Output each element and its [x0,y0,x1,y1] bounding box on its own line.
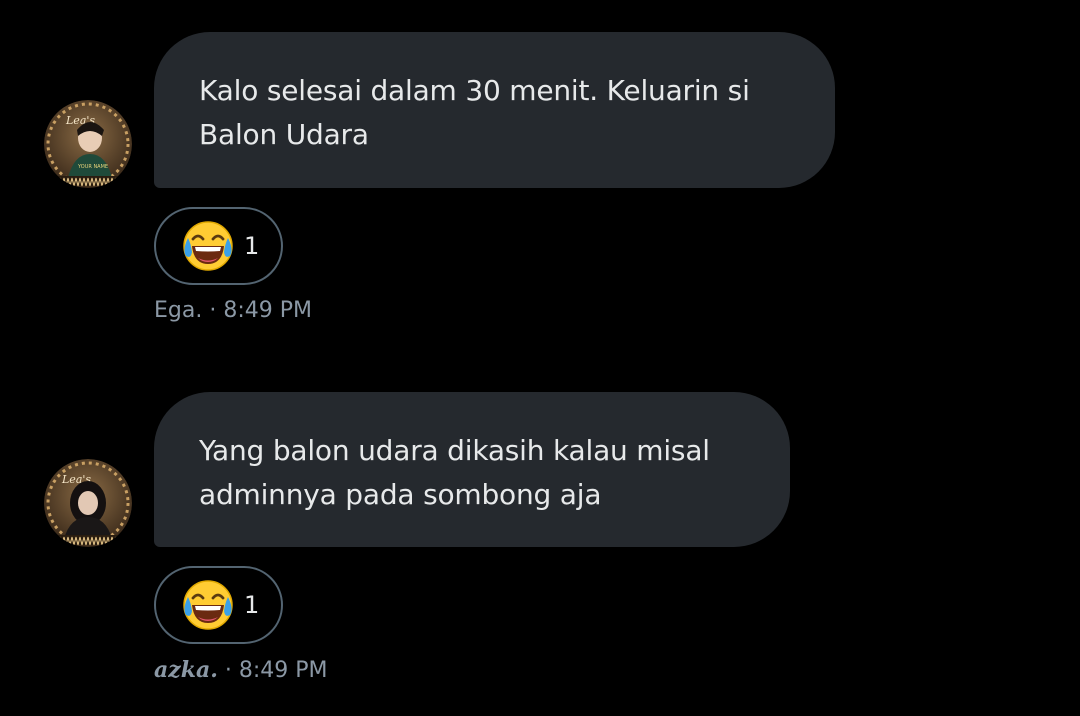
reaction-pill[interactable]: 1 [154,207,283,285]
reaction-pill[interactable]: 1 [154,566,283,644]
dm-thread: Lea's YOUR NAME Kalo selesai dalam 30 me… [0,0,1080,716]
meta-separator: · [217,658,239,683]
message-bubble[interactable]: Kalo selesai dalam 30 menit. Keluarin si… [154,32,835,188]
message-text: Kalo selesai dalam 30 menit. Keluarin si… [199,74,750,151]
timestamp: 8:49 PM [223,298,312,323]
avatar[interactable]: Lea's YOUR NAME [44,100,132,188]
message-bubble[interactable]: Yang balon udara dikasih kalau misal adm… [154,392,790,547]
svg-text:YOUR NAME: YOUR NAME [77,164,108,170]
reaction-count: 1 [244,232,260,260]
sender-name: Ega. [154,298,203,323]
message-meta: azka. · 8:49 PM [154,657,328,683]
avatar-image: Lea's [44,459,132,547]
message-text: Yang balon udara dikasih kalau misal adm… [199,434,710,511]
timestamp: 8:49 PM [238,658,328,683]
meta-separator: · [202,298,224,323]
face-with-tears-of-joy-icon [183,221,233,271]
avatar-image: Lea's YOUR NAME [44,100,132,188]
face-with-tears-of-joy-icon [183,580,233,630]
message-meta: Ega. · 8:49 PM [154,298,312,323]
sender-name: azka. [154,657,218,683]
reaction-count: 1 [244,591,260,619]
avatar[interactable]: Lea's [44,459,132,547]
